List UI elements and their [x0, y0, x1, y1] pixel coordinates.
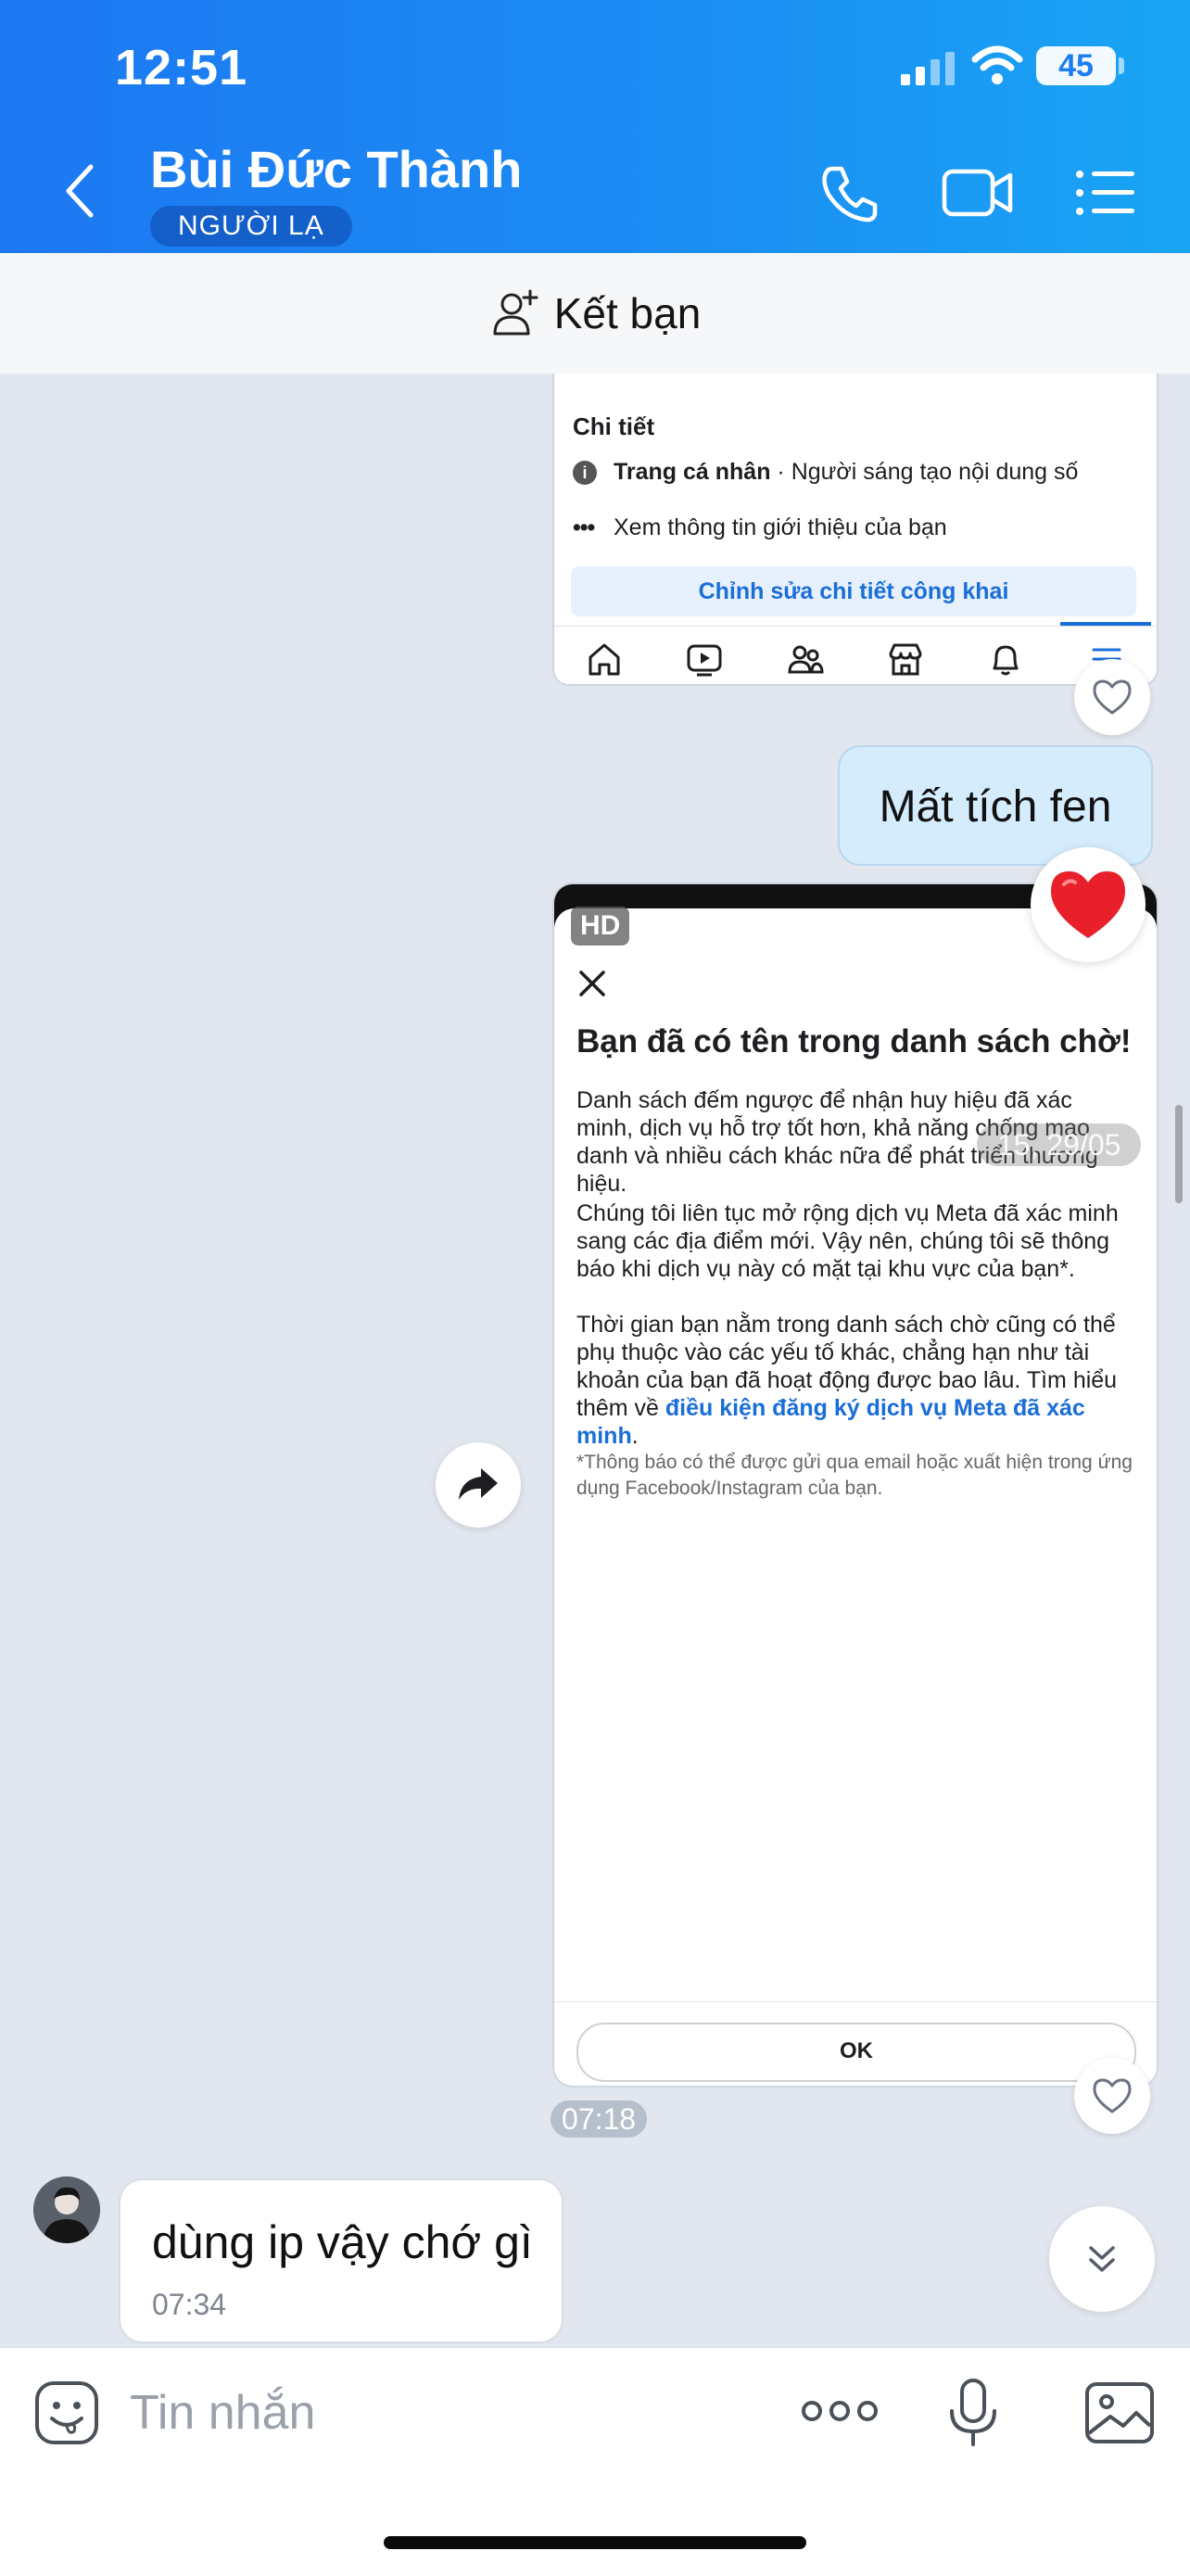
forward-button[interactable]	[436, 1442, 521, 1528]
emoji-icon[interactable]	[33, 2379, 100, 2446]
phone-icon[interactable]	[819, 163, 880, 224]
waitlist-para-3: Thời gian bạn nằm trong danh sách chờ cũ…	[576, 1311, 1133, 1450]
heart-icon	[1093, 2078, 1132, 2113]
home-indicator	[384, 2536, 806, 2549]
date-overlay: 15, 29/05	[977, 1123, 1142, 1166]
status-time: 12:51	[115, 40, 248, 95]
cellular-signal-icon	[901, 52, 955, 85]
friends-tab-icon	[788, 645, 824, 674]
scroll-to-bottom-button[interactable]	[1049, 2206, 1155, 2312]
add-friend-icon	[493, 289, 538, 336]
received-message-text: dùng ip vậy chớ gì	[152, 2216, 533, 2268]
menu-icon[interactable]	[1075, 169, 1136, 217]
battery-indicator: 45	[1036, 46, 1116, 85]
image-message-profile-details[interactable]: Chi tiết i Trang cá nhân · Người sáng tạ…	[552, 374, 1158, 686]
scrollbar-thumb[interactable]	[1175, 1105, 1183, 1203]
ellipsis-icon: •••	[573, 514, 595, 540]
forward-icon	[459, 1468, 498, 1500]
waitlist-para-2: Chúng tôi liên tục mở rộng dịch vụ Meta …	[576, 1200, 1119, 1282]
profile-row: i Trang cá nhân · Người sáng tạo nội dun…	[573, 459, 1078, 486]
received-message-time: 07:34	[152, 2288, 227, 2321]
notifications-tab-icon	[993, 645, 1019, 676]
video-call-icon[interactable]	[942, 167, 1014, 219]
profile-rest: · Người sáng tạo nội dung số	[770, 459, 1079, 485]
battery-tip	[1119, 57, 1124, 74]
waitlist-footnote: *Thông báo có thể được gửi qua email hoặ…	[576, 1452, 1133, 1499]
message-input[interactable]: Tin nhắn	[130, 2385, 315, 2441]
info-icon: i	[573, 460, 597, 485]
hd-badge: HD	[571, 907, 630, 945]
ok-button: OK	[576, 2023, 1136, 2082]
more-icon[interactable]	[801, 2396, 879, 2426]
sent-message-bubble[interactable]: Mất tích fen	[838, 745, 1153, 866]
add-friend-button[interactable]: Kết bạn	[0, 253, 1190, 374]
fb-tab-bar	[554, 626, 1157, 684]
details-heading: Chi tiết	[573, 412, 655, 440]
stranger-badge: NGƯỜI LẠ	[150, 206, 352, 247]
avatar[interactable]	[33, 2176, 100, 2243]
see-intro-text: Xem thông tin giới thiệu của bạn	[614, 514, 947, 540]
home-tab-icon	[589, 643, 620, 676]
intro-row: ••• Xem thông tin giới thiệu của bạn	[573, 514, 947, 541]
gallery-icon[interactable]	[1084, 2381, 1155, 2444]
avatar-image	[33, 2176, 100, 2243]
contact-name[interactable]: Bùi Đức Thành	[150, 139, 522, 199]
divider	[554, 2001, 1157, 2002]
wifi-icon	[971, 45, 1023, 84]
marketplace-tab-icon	[889, 643, 922, 676]
message-timestamp: 07:18	[551, 2100, 648, 2138]
waitlist-title: Bạn đã có tên trong danh sách chờ!	[576, 1023, 1132, 1060]
close-icon	[579, 971, 605, 996]
received-message-bubble[interactable]: dùng ip vậy chớ gì 07:34	[119, 2178, 563, 2343]
waitlist-para-3-end: .	[631, 1423, 639, 1449]
profile-bold: Trang cá nhân	[614, 459, 771, 485]
react-heart-button[interactable]	[1074, 659, 1150, 735]
heart-icon	[1093, 679, 1132, 715]
react-heart-button[interactable]	[1074, 2058, 1150, 2134]
back-icon[interactable]	[61, 163, 98, 219]
chevron-double-down-icon	[1089, 2246, 1115, 2272]
add-friend-bar: Kết bạn	[0, 253, 1190, 374]
mic-icon[interactable]	[947, 2378, 999, 2448]
heart-reaction[interactable]	[1031, 847, 1146, 962]
heart-icon	[1051, 871, 1125, 938]
video-tab-icon	[687, 644, 722, 677]
chat-header: 12:51 45 Bùi Đức Thành NGƯỜI LẠ	[0, 0, 1190, 253]
add-friend-label: Kết bạn	[553, 289, 702, 337]
image-message-waitlist[interactable]: HD Bạn đã có tên trong danh sách chờ! Da…	[552, 882, 1158, 2087]
edit-public-details-button: Chỉnh sửa chi tiết công khai	[571, 566, 1136, 616]
